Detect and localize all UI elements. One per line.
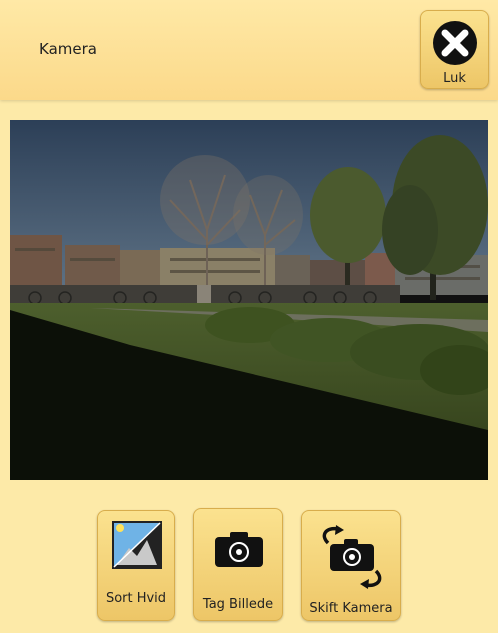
app-header: Kamera Luk [0,0,498,100]
camera-preview-image [10,120,488,480]
close-button[interactable]: Luk [420,10,489,89]
black-white-image-icon [112,521,162,569]
close-button-label: Luk [443,71,466,86]
switch-camera-button[interactable]: Skift Kamera [301,510,401,621]
black-white-button[interactable]: Sort Hvid [97,510,175,621]
black-white-button-label: Sort Hvid [105,591,167,606]
camera-preview[interactable] [10,120,488,480]
page-title: Kamera [39,40,97,58]
take-picture-button[interactable]: Tag Billede [193,508,283,621]
switch-camera-button-label: Skift Kamera [309,601,393,616]
take-picture-button-label: Tag Billede [202,597,274,612]
switch-camera-icon [322,525,382,589]
close-x-icon [433,21,477,65]
camera-icon [215,532,263,567]
